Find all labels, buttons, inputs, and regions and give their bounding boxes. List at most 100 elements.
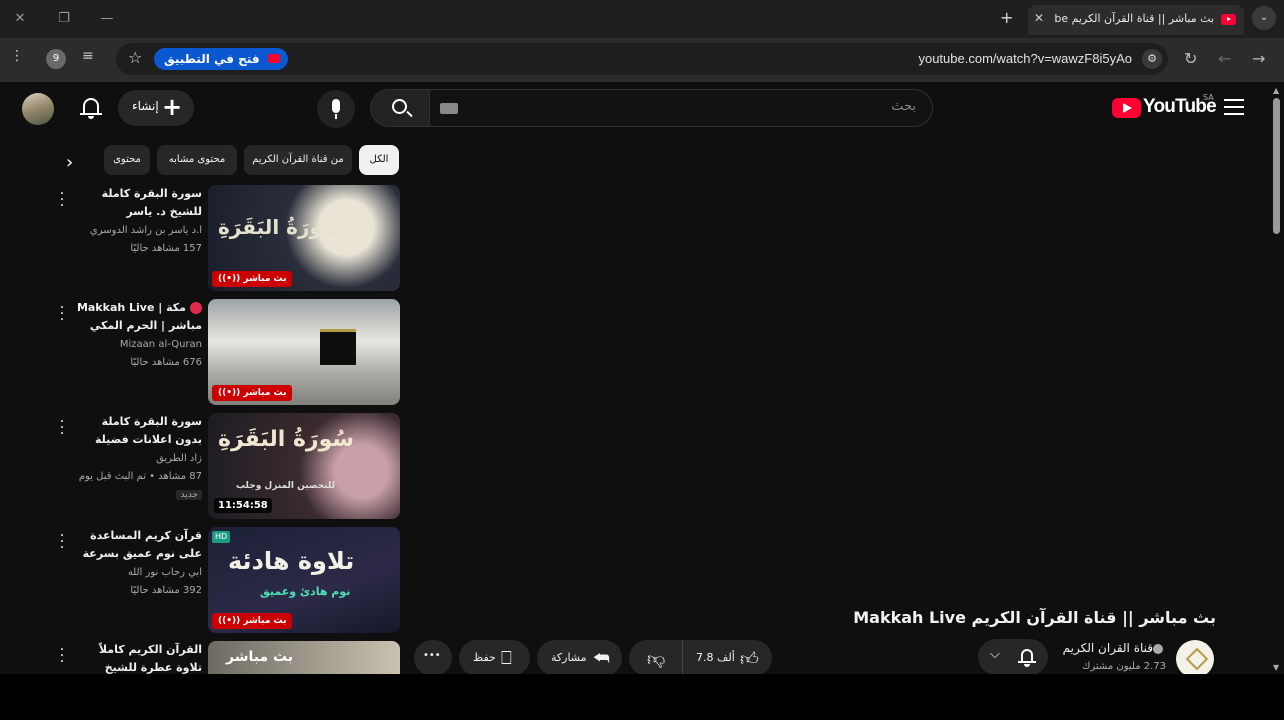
list-item[interactable]: HD تلاوة هادئة نوم هادئ وعميق ((•)) بث م… [56,527,400,635]
share-icon: ⮪ [593,648,610,669]
thumbnail-text: سُورَةُ البَقَرَةِ [218,427,355,452]
video-title[interactable]: القرآن الكريم كاملاً تلاوة عطرة للشيخ مش… [76,641,202,674]
voice-search-button[interactable] [317,90,355,128]
video-thumbnail[interactable]: سُورَةُ البَقَرَةِ للتحصين المنزل وجلب 1… [208,413,400,519]
notification-bell-icon [1018,648,1036,667]
list-item[interactable]: بث مباشر القرآن الكريم كاملاً تلاوة عطرة… [56,641,400,674]
chip-related[interactable]: محتوى مشابه [157,145,237,175]
verified-icon [1153,643,1163,654]
video-title[interactable]: سورة البقرة كاملة بدون اعلانات فضيلة الش… [76,413,202,449]
more-actions-icon[interactable]: · · · [58,643,66,669]
share-button[interactable]: مشاركة ⮪ [537,640,622,676]
site-settings-icon[interactable]: ⚙ [1142,49,1162,69]
more-actions-icon[interactable]: · · · [58,415,66,441]
tab-search-icon[interactable]: ⌄ [1252,6,1276,30]
window-close-icon[interactable]: ✕ [8,8,32,30]
scroll-up-icon[interactable]: ▲ [1273,86,1279,95]
create-button[interactable]: إنشاء + [118,90,194,126]
subscribed-button[interactable]: ⌵ [978,639,1048,675]
chevron-down-icon: ⌵ [990,647,1000,662]
notifications-bell-icon[interactable] [80,96,102,120]
youtube-play-icon [1112,98,1141,118]
scrollbar-thumb[interactable] [1273,98,1280,234]
list-item[interactable]: ((•)) بث مباشر مكة | Makkah Live مباشر |… [56,299,400,407]
video-title-main: بث مباشر || قناة القرآن الكريم Makkah Li… [853,608,1216,627]
profile-icon[interactable]: 9 [46,49,66,69]
video-title[interactable]: سورة البقرة كاملة للشيخ د. ياسر الدوسري … [76,185,202,221]
plus-icon: + [162,93,183,121]
save-label: حفظ [473,651,496,664]
url-text[interactable]: youtube.com/watch?v=wawzF8i5yAo [918,51,1132,66]
chevron-right-icon[interactable]: › [66,152,73,173]
view-count: 157 مشاهد حاليًا [130,243,202,254]
avatar[interactable] [22,93,54,125]
thumbnail-text: تلاوة هادئة [228,547,355,575]
search-icon [392,99,407,114]
like-count: 7.8 ألف [696,651,735,664]
search-button[interactable] [370,89,430,127]
scroll-down-icon[interactable]: ▼ [1273,663,1279,672]
address-bar[interactable]: ☆ فتح في التطبيق youtube.com/watch?v=waw… [116,43,1168,75]
keyboard-icon[interactable] [440,103,458,114]
video-thumbnail[interactable]: ((•)) بث مباشر [208,299,400,405]
thumbnail-subtext: نوم هادئ وعميق [260,585,351,598]
subscriber-count: 2.73 مليون مشترك [1082,661,1166,672]
list-item[interactable]: سُورَةُ البَقَرَةِ ((•)) بث مباشر سورة ا… [56,185,400,293]
youtube-header: إنشاء + بحث YouTube SA [0,82,1270,138]
live-dot-icon [190,302,202,314]
reload-icon[interactable]: ↻ [1184,49,1197,68]
more-actions-icon[interactable]: · · · [58,187,66,213]
view-count: 676 مشاهد حاليًا [130,357,202,368]
new-badge: جديد [176,490,202,500]
close-tab-icon[interactable]: ✕ [1034,11,1044,25]
more-actions-icon[interactable]: · · · [58,301,66,327]
create-label: إنشاء [132,99,159,113]
window-minimize-icon[interactable]: — [95,8,119,30]
bookmark-icon: ⎕ [501,648,512,669]
list-item[interactable]: سُورَةُ البَقَرَةِ للتحصين المنزل وجلب 1… [56,413,400,521]
screen-bottom-border [0,674,1284,720]
forward-icon[interactable]: ← [1218,49,1231,68]
channel-name[interactable]: أ.د ياسر بن راشد الدوسري [76,225,202,236]
channel-name[interactable]: زاد الطريق [76,453,202,464]
video-thumbnail[interactable]: بث مباشر [208,641,400,674]
chip-more[interactable]: محتوى [104,145,150,175]
duration-badge: 11:54:58 [214,498,272,513]
view-count: 87 مشاهد • تم البث قبل يوم واحد [76,471,202,482]
channel-name[interactable]: Mizaan al-Quran [76,339,202,350]
hd-badge: HD [212,531,231,543]
channel-name-main[interactable]: قناة القران الكريم [1060,641,1166,655]
chip-from-channel[interactable]: من قناة القرآن الكريم [244,145,352,175]
video-title[interactable]: مكة | Makkah Live مباشر | الحرم المكي مب… [76,299,202,335]
guide-menu-icon[interactable] [1224,99,1244,115]
reading-list-icon[interactable]: ≡ [82,48,94,64]
search-input[interactable]: بحث [429,89,933,127]
tab-title: بث مباشر || قناة القرآن الكريم be [1054,12,1214,25]
browser-tab-strip: ✕ ❐ — + ✕ بث مباشر || قناة القرآن الكريم… [0,0,1284,38]
browser-menu-icon[interactable]: ⋮ [10,48,24,64]
chip-all[interactable]: الكل [359,145,399,175]
channel-avatar[interactable] [1176,640,1214,678]
thumbs-up-icon: 👍︎ [740,649,759,670]
youtube-favicon-icon [1221,14,1236,25]
more-actions-button[interactable]: ••• [414,640,452,676]
more-actions-icon[interactable]: · · · [58,529,66,555]
new-tab-button[interactable]: + [1000,8,1013,27]
dislike-button[interactable]: 👎︎ [629,640,683,676]
like-button[interactable]: 7.8 ألف 👍︎ [682,640,772,676]
youtube-logo[interactable]: YouTube SA [1112,93,1217,120]
save-button[interactable]: حفظ ⎕ [459,640,530,676]
channel-name[interactable]: ابي رحاب نور الله [76,567,202,578]
window-restore-icon[interactable]: ❐ [52,8,76,30]
channel-name-text: قناة القران الكريم [1062,641,1153,655]
video-title[interactable]: قرآن كريم المساعدة على نوم عميق بسرعة - … [76,527,202,563]
video-thumbnail[interactable]: سُورَةُ البَقَرَةِ ((•)) بث مباشر [208,185,400,291]
back-icon[interactable]: → [1252,49,1265,68]
browser-tab[interactable]: ✕ بث مباشر || قناة القرآن الكريم be [1028,5,1244,35]
video-thumbnail[interactable]: HD تلاوة هادئة نوم هادئ وعميق ((•)) بث م… [208,527,400,633]
bookmark-star-icon[interactable]: ☆ [128,48,142,67]
thumbnail-text: بث مباشر [226,649,294,665]
open-in-app-button[interactable]: فتح في التطبيق [154,48,288,70]
live-badge: ((•)) بث مباشر [212,613,293,629]
scrollbar[interactable]: ▲ ▼ [1270,82,1284,674]
